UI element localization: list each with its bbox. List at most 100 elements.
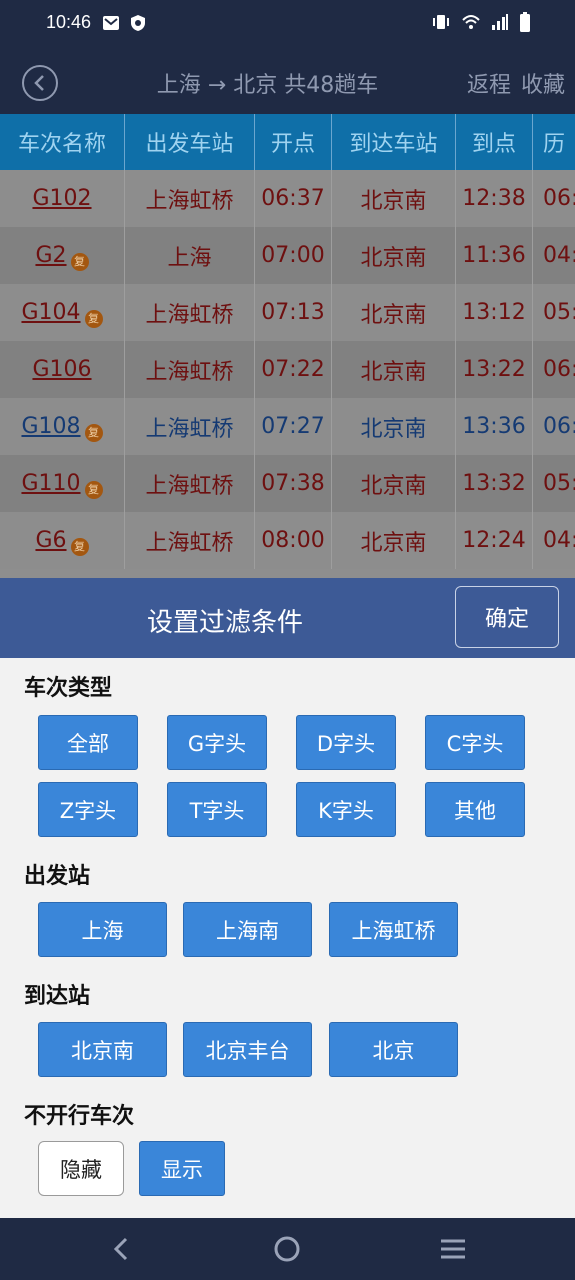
repeat-badge: 复	[84, 480, 103, 499]
departure-station-cell-container: 上海虹桥	[125, 398, 255, 455]
column-header-duration[interactable]: 历	[533, 114, 575, 170]
arrival-time-cell: 13:22	[462, 357, 526, 382]
arrival-time-cell-container: 13:32	[456, 455, 533, 512]
column-header-arr[interactable]: 到点	[456, 114, 533, 170]
departure-time-cell: 07:13	[261, 300, 325, 325]
nav-back-button[interactable]	[106, 1234, 136, 1264]
duration-cell: 05:	[543, 300, 575, 325]
arrival-station-cell: 北京南	[360, 416, 427, 442]
confirm-button[interactable]: 确定	[455, 586, 559, 648]
arrival-label: 到达站	[24, 984, 91, 1009]
arrival-option-beijing-south[interactable]: 北京南	[38, 1022, 167, 1077]
arrival-option-beijing-fengtai[interactable]: 北京丰台	[183, 1022, 312, 1077]
departure-time-cell: 07:38	[261, 471, 325, 496]
departure-time-cell: 07:00	[261, 243, 325, 268]
repeat-badge: 复	[70, 537, 89, 556]
departure-option-shanghai-hongqiao[interactable]: 上海虹桥	[329, 902, 458, 957]
column-header-from[interactable]: 出发车站	[125, 114, 255, 170]
not-running-show-button[interactable]: 显示	[139, 1141, 225, 1196]
table-row[interactable]: G102 上海虹桥 06:37 北京南 12:38 06:	[0, 170, 575, 227]
status-time: 10:46	[46, 12, 92, 32]
departure-station-cell: 上海虹桥	[145, 188, 234, 214]
arrival-time-cell-container: 11:36	[456, 227, 533, 284]
column-header-to[interactable]: 到达车站	[332, 114, 456, 170]
arrival-time-cell: 13:32	[462, 471, 526, 496]
arrival-option-beijing[interactable]: 北京	[329, 1022, 458, 1077]
train-number-link[interactable]: G2	[35, 243, 66, 268]
departure-time-cell-container: 06:37	[255, 170, 332, 227]
table-row[interactable]: G108 复上海虹桥 07:27 北京南 13:36 06:	[0, 398, 575, 455]
arrival-station-cell-container: 北京南	[332, 284, 456, 341]
duration-cell-container: 06:	[533, 398, 575, 455]
arrival-station-cell: 北京南	[360, 359, 427, 385]
train-type-option-g[interactable]: G字头	[167, 715, 267, 770]
train-type-option-all[interactable]: 全部	[38, 715, 138, 770]
departure-option-shanghai-south[interactable]: 上海南	[183, 902, 312, 957]
table-header: 车次名称 出发车站 开点 到达车站 到点 历	[0, 114, 575, 170]
train-type-option-k[interactable]: K字头	[296, 782, 396, 837]
train-type-option-z[interactable]: Z字头	[38, 782, 138, 837]
column-header-dep[interactable]: 开点	[255, 114, 332, 170]
train-number-link[interactable]: G110	[21, 471, 80, 496]
arrival-station-cell-container: 北京南	[332, 170, 456, 227]
duration-cell-container: 06:	[533, 341, 575, 398]
nav-recents-button[interactable]	[438, 1234, 468, 1264]
arrival-time-cell: 12:24	[462, 528, 526, 553]
departure-station-cell: 上海虹桥	[145, 359, 234, 385]
departure-station-cell-container: 上海	[125, 227, 255, 284]
column-header-train[interactable]: 车次名称	[0, 114, 125, 170]
train-type-label: 车次类型	[24, 676, 113, 701]
filter-header: 设置过滤条件 确定	[0, 578, 575, 658]
train-type-option-c[interactable]: C字头	[425, 715, 525, 770]
arrival-station-cell-container: 北京南	[332, 341, 456, 398]
train-number-link[interactable]: G104	[21, 300, 80, 325]
departure-option-shanghai[interactable]: 上海	[38, 902, 167, 957]
train-number-link[interactable]: G108	[21, 414, 80, 439]
status-right-icons	[431, 12, 531, 36]
app-header: 上海 → 北京 共48趟车 返程 收藏	[0, 48, 575, 114]
duration-cell-container: 06:	[533, 170, 575, 227]
departure-time-cell-container: 08:00	[255, 512, 332, 569]
arrival-station-cell: 北京南	[360, 188, 427, 214]
arrival-time-cell: 13:12	[462, 300, 526, 325]
menu-lines-icon	[441, 1239, 465, 1259]
nav-home-button[interactable]	[272, 1234, 302, 1264]
arrival-time-cell-container: 13:22	[456, 341, 533, 398]
train-type-option-d[interactable]: D字头	[296, 715, 396, 770]
table-row[interactable]: G110 复上海虹桥 07:38 北京南 13:32 05:	[0, 455, 575, 512]
departure-station-cell: 上海虹桥	[145, 416, 234, 442]
train-number-link[interactable]: G106	[32, 357, 91, 382]
train-number-link[interactable]: G6	[35, 528, 66, 553]
not-running-label: 不开行车次	[24, 1104, 135, 1129]
train-number-link-container: G6 复	[0, 512, 125, 569]
train-type-option-t[interactable]: T字头	[167, 782, 267, 837]
favorite-button[interactable]: 收藏	[521, 67, 565, 99]
departure-station-cell: 上海	[167, 245, 212, 271]
train-number-link[interactable]: G102	[32, 186, 91, 211]
duration-cell-container: 05:	[533, 455, 575, 512]
table-row[interactable]: G2 复 上海 07:00 北京南 11:36 04:	[0, 227, 575, 284]
battery-icon	[519, 12, 531, 36]
train-number-link-container: G104 复	[0, 284, 125, 341]
train-type-option-other[interactable]: 其他	[425, 782, 525, 837]
table-row[interactable]: G104 复上海虹桥 07:13 北京南 13:12 05:	[0, 284, 575, 341]
duration-cell-container: 04:	[533, 227, 575, 284]
table-row[interactable]: G6 复上海虹桥 08:00 北京南 12:24 04:	[0, 512, 575, 569]
departure-time-cell-container: 07:38	[255, 455, 332, 512]
departure-station-cell-container: 上海虹桥	[125, 341, 255, 398]
arrival-time-cell-container: 12:24	[456, 512, 533, 569]
shield-icon	[130, 14, 148, 32]
arrival-station-cell: 北京南	[360, 302, 427, 328]
arrival-time-cell-container: 13:36	[456, 398, 533, 455]
departure-time-cell: 06:37	[261, 186, 325, 211]
not-running-hide-button[interactable]: 隐藏	[38, 1141, 124, 1196]
train-number-link-container: G106	[0, 341, 125, 398]
departure-time-cell-container: 07:13	[255, 284, 332, 341]
table-row[interactable]: G106 上海虹桥 07:22 北京南 13:22 06:	[0, 341, 575, 398]
return-trip-button[interactable]: 返程	[467, 67, 511, 99]
departure-time-cell-container: 07:22	[255, 341, 332, 398]
status-bar: 10:46	[0, 0, 575, 48]
duration-cell-container: 04:	[533, 512, 575, 569]
arrival-station-cell-container: 北京南	[332, 455, 456, 512]
arrival-time-cell-container: 12:38	[456, 170, 533, 227]
